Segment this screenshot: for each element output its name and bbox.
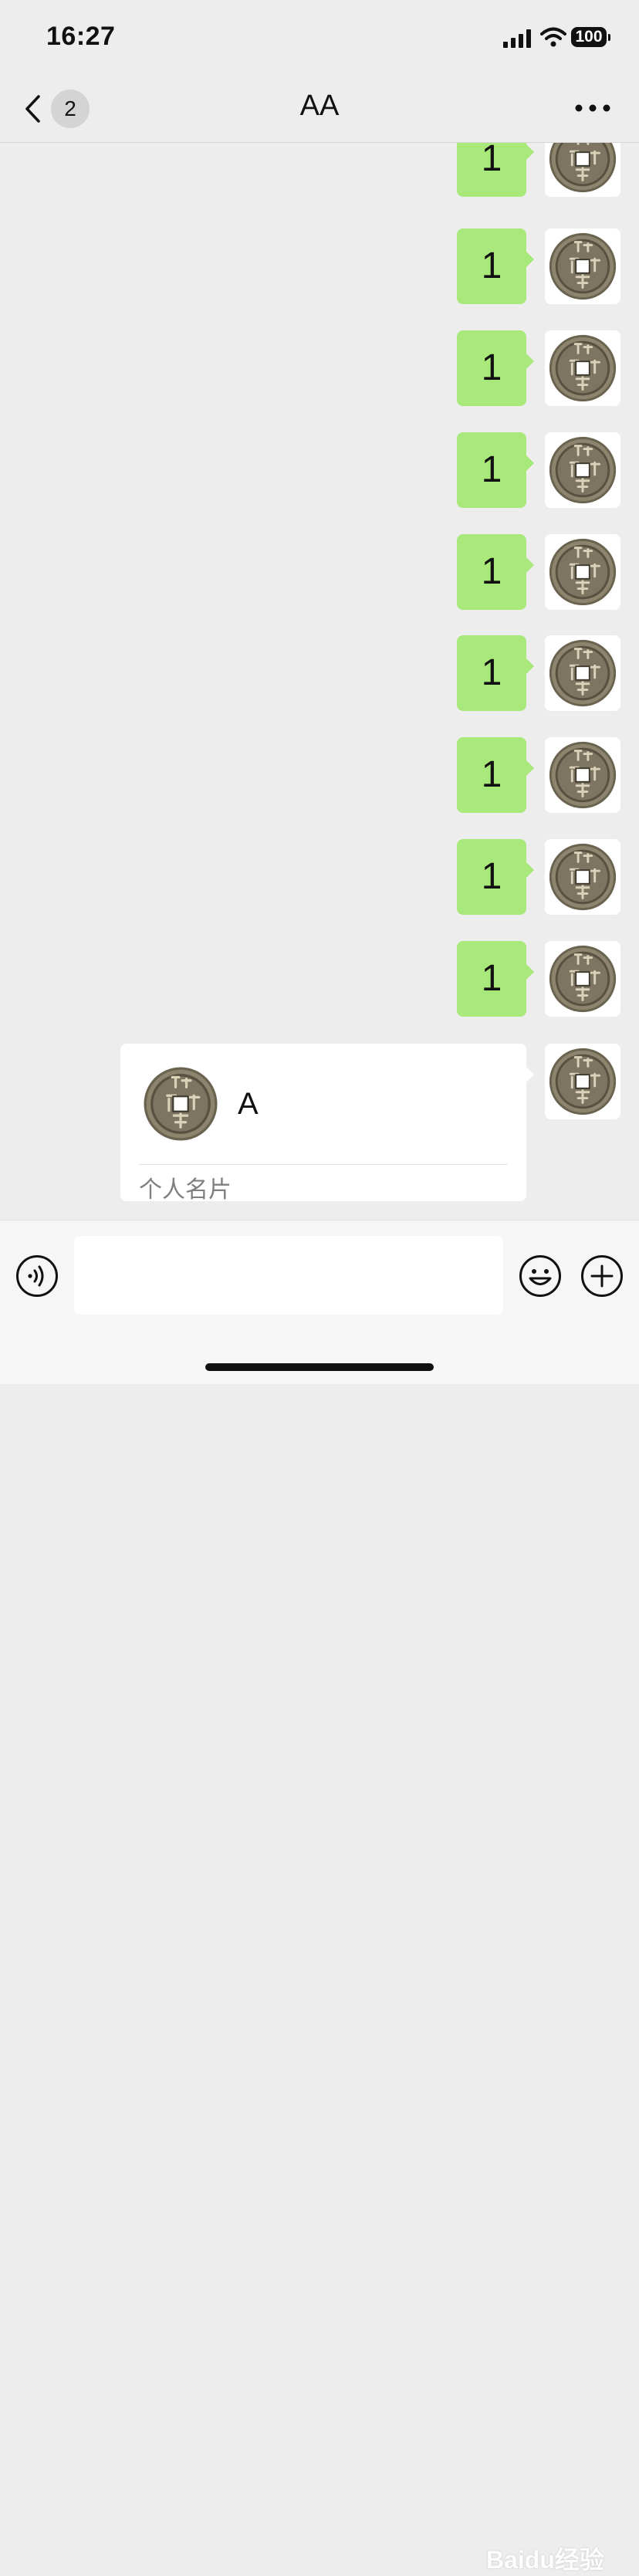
home-indicator[interactable] <box>205 1363 434 1371</box>
watermark: Baidu经验 <box>486 2546 604 2574</box>
coin-avatar-icon[interactable] <box>545 330 620 406</box>
coin-avatar-icon[interactable] <box>545 534 620 610</box>
chat-title: AA <box>299 90 340 122</box>
coin-avatar-icon[interactable] <box>545 839 620 915</box>
status-time: 16:27 <box>46 22 116 51</box>
battery-level: 100 <box>571 27 607 47</box>
message-bubble[interactable]: 1 <box>457 737 534 813</box>
message-row[interactable]: 1 <box>435 941 620 1017</box>
message-bubble[interactable]: 1 <box>457 228 534 304</box>
message-bubble[interactable]: 1 <box>457 330 534 406</box>
message-row[interactable]: 1 <box>435 737 620 813</box>
coin-avatar-icon[interactable] <box>545 228 620 304</box>
message-bubble[interactable]: 1 <box>457 432 534 508</box>
message-bubble[interactable]: 1 <box>457 941 534 1017</box>
message-bubble[interactable]: 1 <box>457 534 534 610</box>
card-coin-avatar-icon <box>139 1062 222 1146</box>
coin-avatar-icon[interactable] <box>545 635 620 711</box>
message-row[interactable]: 1 <box>435 228 620 304</box>
emoji-icon[interactable] <box>519 1254 562 1298</box>
message-row[interactable]: 1 <box>435 635 620 711</box>
message-bubble[interactable]: 1 <box>457 635 534 711</box>
coin-avatar-icon[interactable] <box>545 941 620 1017</box>
coin-avatar-icon[interactable] <box>545 432 620 508</box>
card-divider <box>139 1164 508 1165</box>
coin-avatar-icon[interactable] <box>545 737 620 813</box>
battery-icon: 100 <box>571 27 611 49</box>
coin-avatar-icon[interactable] <box>545 1044 620 1119</box>
coin-avatar-icon[interactable] <box>545 143 620 197</box>
signal-icon <box>503 29 531 48</box>
wifi-icon <box>540 27 566 47</box>
input-bar: Baidu经验 <box>0 1220 639 2574</box>
nav-bar: 2 AA <box>0 74 639 143</box>
status-bar: 16:27 100 <box>0 0 639 74</box>
message-row[interactable]: 1 <box>435 330 620 406</box>
message-bubble[interactable]: 1 <box>457 143 534 197</box>
contact-card[interactable]: A 个人名片 <box>120 1044 534 1203</box>
message-row[interactable]: 1 <box>435 534 620 610</box>
message-input[interactable] <box>74 1236 503 1315</box>
card-contact-name: A <box>238 1087 259 1121</box>
message-bubble[interactable]: 1 <box>457 839 534 915</box>
message-list[interactable]: 1 1 1 1 1 1 1 1 1 A 个人名片 <box>0 143 639 1219</box>
message-row[interactable]: 1 <box>435 839 620 915</box>
voice-icon[interactable] <box>15 1254 59 1298</box>
card-footer-label: 个人名片 <box>139 1177 232 1203</box>
more-dots-icon[interactable] <box>571 93 614 124</box>
message-row[interactable]: 1 <box>435 432 620 508</box>
plus-icon[interactable] <box>580 1254 624 1298</box>
message-row[interactable]: 1 <box>435 143 620 197</box>
